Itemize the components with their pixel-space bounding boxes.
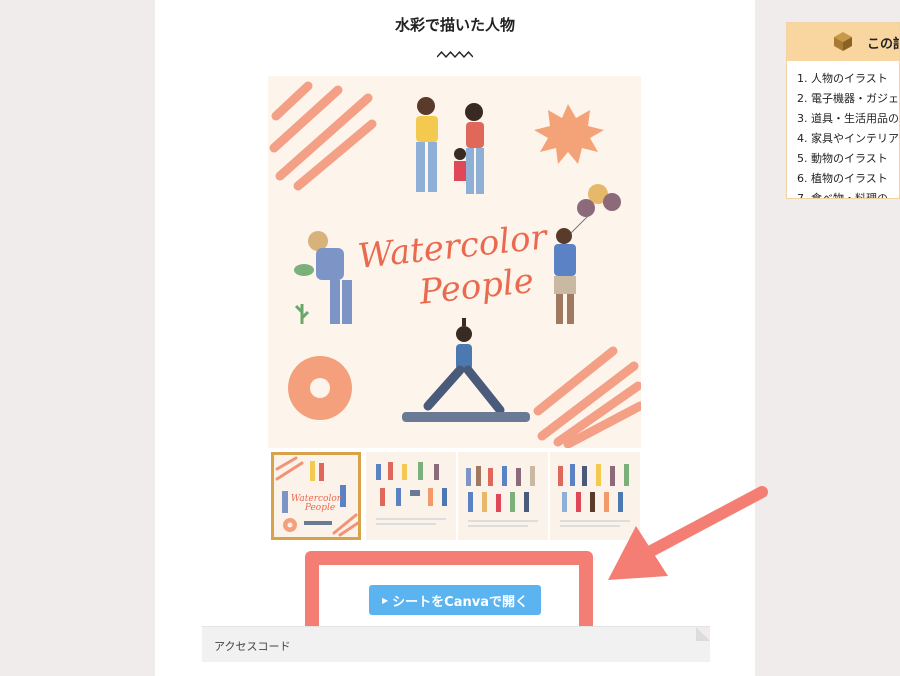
watercolor-people-image[interactable]: Watercolor People	[268, 76, 641, 448]
toc-header: この記	[787, 23, 899, 61]
access-code-bar: アクセスコード	[202, 626, 710, 662]
thumbnail-3[interactable]	[458, 452, 548, 540]
toc-item[interactable]: 2. 電子機器・ガジェ	[797, 89, 899, 109]
toc-item[interactable]: 1. 人物のイラスト	[797, 69, 899, 89]
table-of-contents: この記 1. 人物のイラスト 2. 電子機器・ガジェ 3. 道具・生活用品の 4…	[786, 22, 900, 199]
section-title: 水彩で描いた人物	[394, 16, 515, 34]
toc-item[interactable]: 4. 家具やインテリア	[797, 129, 899, 149]
toc-item[interactable]: 3. 道具・生活用品の	[797, 109, 899, 129]
toc-title: この記	[867, 36, 899, 52]
thumbnail-2[interactable]	[366, 452, 456, 540]
open-in-canva-label: シートをCanvaで開く	[392, 594, 528, 610]
thumbnail-3-art	[466, 466, 538, 527]
access-code-label: アクセスコード	[214, 640, 291, 653]
toc-list: 1. 人物のイラスト 2. 電子機器・ガジェ 3. 道具・生活用品の 4. 家具…	[787, 61, 899, 198]
thumbnail-2-art	[376, 462, 447, 525]
svg-text:People: People	[304, 503, 335, 513]
thumbnail-1[interactable]: Watercolor People	[271, 452, 361, 540]
toc-item[interactable]: 5. 動物のイラスト	[797, 149, 899, 169]
box-icon	[834, 32, 852, 51]
pointer-arrow-icon	[608, 486, 768, 580]
toc-item[interactable]: 7. 食べ物・料理の	[797, 189, 899, 198]
toc-item[interactable]: 6. 植物のイラスト	[797, 169, 899, 189]
page-fold-icon	[696, 627, 710, 641]
play-icon: ▶	[382, 595, 389, 605]
thumbnail-1-art: Watercolor People	[275, 456, 358, 537]
wave-divider	[437, 50, 473, 59]
open-in-canva-button[interactable]: ▶ シートをCanvaで開く	[369, 585, 541, 615]
